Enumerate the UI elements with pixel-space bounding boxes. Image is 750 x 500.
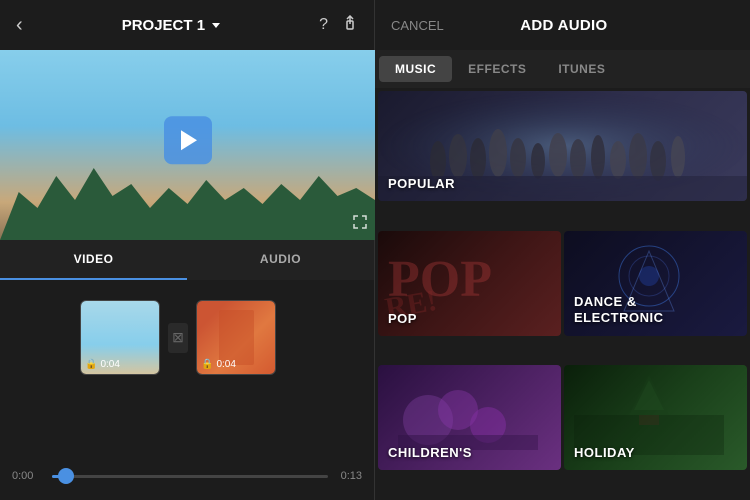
- clip-2-duration: 🔒 0:04: [201, 359, 236, 370]
- back-button[interactable]: ‹: [16, 14, 23, 37]
- clip-2[interactable]: 🔒 0:04: [196, 300, 276, 375]
- add-audio-title: ADD AUDIO: [520, 17, 607, 34]
- play-button-container: [164, 116, 212, 164]
- play-button[interactable]: [164, 116, 212, 164]
- right-header: CANCEL ADD AUDIO: [375, 0, 750, 50]
- scrubber-row: 0:00 0:13: [0, 462, 374, 490]
- help-icon[interactable]: ?: [319, 16, 328, 34]
- audio-tab-itunes[interactable]: ITUNES: [542, 56, 621, 82]
- holiday-label: HOLIDAY: [574, 445, 635, 460]
- expand-icon[interactable]: [353, 215, 367, 232]
- left-header: ‹ PROJECT 1 ?: [0, 0, 374, 50]
- transition-icon: ⊠: [172, 329, 184, 346]
- audio-tab-music[interactable]: MUSIC: [379, 56, 452, 82]
- end-time: 0:13: [336, 470, 362, 482]
- lock-icon: 🔒: [85, 359, 97, 370]
- audio-tabs: MUSIC EFFECTS ITUNES: [375, 50, 750, 88]
- pop-label: POP: [388, 311, 417, 326]
- clip-1[interactable]: 🔒 0:04: [80, 300, 160, 375]
- popular-label: POPULAR: [388, 176, 455, 191]
- cancel-button[interactable]: CANCEL: [391, 18, 444, 33]
- share-icon[interactable]: [342, 15, 358, 36]
- current-time: 0:00: [12, 470, 44, 482]
- tab-video[interactable]: VIDEO: [0, 240, 187, 280]
- project-title-label: PROJECT 1: [122, 17, 205, 34]
- dance-label: DANCE &ELECTRONIC: [574, 294, 664, 325]
- music-card-childrens[interactable]: CHILDREN'S: [378, 365, 561, 470]
- left-panel: ‹ PROJECT 1 ?: [0, 0, 375, 500]
- music-card-pop[interactable]: POP RE! POP: [378, 231, 561, 336]
- timeline-area: 🔒 0:04 ⊠ 🔒 0:04 0:00: [0, 280, 374, 500]
- media-tabs: VIDEO AUDIO: [0, 240, 374, 280]
- music-card-popular[interactable]: POPULAR: [378, 91, 747, 201]
- clip-transition[interactable]: ⊠: [168, 323, 188, 353]
- childrens-label: CHILDREN'S: [388, 445, 472, 460]
- right-panel: CANCEL ADD AUDIO MUSIC EFFECTS ITUNES: [375, 0, 750, 500]
- project-title-button[interactable]: PROJECT 1: [122, 17, 220, 34]
- chevron-down-icon: [212, 23, 220, 28]
- header-actions: ?: [319, 15, 358, 36]
- clips-row: 🔒 0:04 ⊠ 🔒 0:04: [0, 280, 374, 385]
- play-triangle-icon: [181, 130, 197, 150]
- video-preview: [0, 50, 375, 240]
- tab-audio[interactable]: AUDIO: [187, 240, 374, 280]
- palm-silhouette: [0, 160, 375, 240]
- music-card-dance[interactable]: DANCE &ELECTRONIC: [564, 231, 747, 336]
- scrubber-track[interactable]: [52, 475, 328, 478]
- audio-tab-effects[interactable]: EFFECTS: [452, 56, 542, 82]
- clip-1-duration: 🔒 0:04: [85, 359, 120, 370]
- music-grid: POPULAR POP RE! POP DANCE &E: [375, 88, 750, 500]
- music-card-holiday[interactable]: HOLIDAY: [564, 365, 747, 470]
- scrubber-thumb[interactable]: [58, 468, 74, 484]
- lock-icon-2: 🔒: [201, 359, 213, 370]
